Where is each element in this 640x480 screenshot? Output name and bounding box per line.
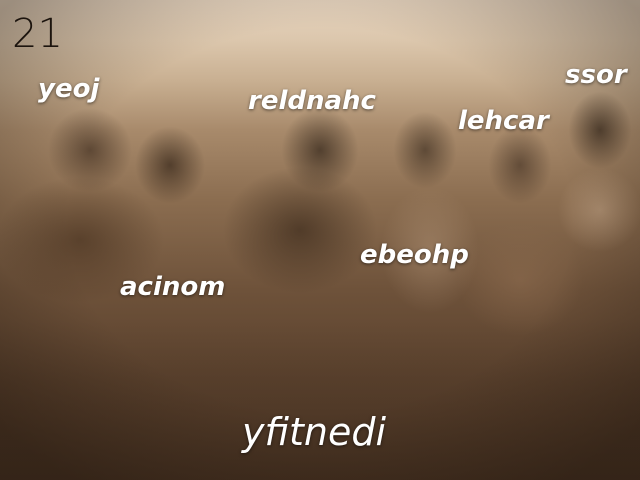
word-acinom[interactable]: acinom [120,272,225,302]
word-ebeohp[interactable]: ebeohp [360,240,469,270]
word-reldnahc[interactable]: reldnahc [248,86,376,116]
word-ssor[interactable]: ssor [565,60,627,90]
score-counter: 21 [12,11,63,57]
photo-vignette [0,0,640,480]
target-word: yfitnedi [242,410,387,454]
word-yeoj[interactable]: yeoj [38,74,99,104]
word-lehcar[interactable]: lehcar [458,106,549,136]
game-stage: 21 yeoj reldnahc ssor lehcar ebeohp acin… [0,0,640,480]
